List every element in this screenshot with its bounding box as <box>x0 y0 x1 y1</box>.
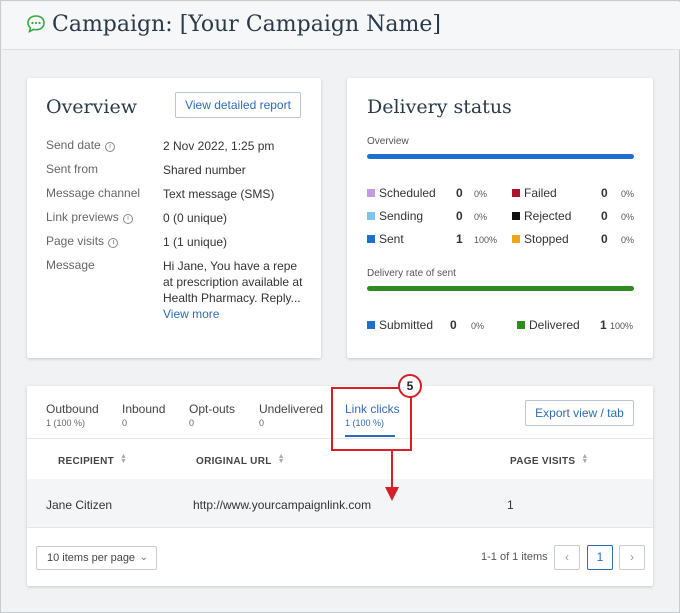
tab-inbound[interactable]: Inbound 0 <box>122 402 165 428</box>
column-header-page-visits[interactable]: PAGE VISITS ▲ ▼ <box>510 453 589 467</box>
info-icon[interactable]: i <box>123 214 134 224</box>
overview-card: Overview View detailed report Send date … <box>27 78 321 358</box>
submitted-percent: 0% <box>471 321 485 331</box>
delivery-status-card: Delivery status Overview Delivery rate o… <box>347 78 653 358</box>
scheduled-count: 0 <box>456 186 463 200</box>
delivered-legend-swatch <box>517 321 525 329</box>
failed-legend-swatch <box>512 189 520 197</box>
overview-title: Overview <box>46 96 137 118</box>
sending-percent: 0% <box>474 212 488 222</box>
sent-from-label: Sent from <box>46 162 99 176</box>
message-channel-label: Message channel <box>46 186 141 200</box>
info-icon[interactable]: i <box>108 238 119 248</box>
tab-opt-outs[interactable]: Opt-outs 0 <box>189 402 235 428</box>
page-visits-value: 1 (1 unique) <box>163 235 228 249</box>
rejected-label: Rejected <box>524 209 572 223</box>
sent-count: 1 <box>456 232 463 246</box>
stopped-percent: 0% <box>621 235 635 245</box>
recipient-cell: Jane Citizen <box>46 498 113 512</box>
sent-legend-swatch <box>367 235 375 243</box>
submitted-legend-swatch <box>367 321 375 329</box>
scheduled-label: Scheduled <box>379 186 436 200</box>
rejected-count: 0 <box>601 209 608 223</box>
scheduled-percent: 0% <box>474 189 488 199</box>
delivery-rate-label: Delivery rate of sent <box>367 268 456 279</box>
pagination-range: 1-1 of 1 items <box>481 551 548 563</box>
failed-percent: 0% <box>621 189 635 199</box>
stopped-label: Stopped <box>524 232 569 246</box>
column-header-original-url[interactable]: ORIGINAL URL ▲ ▼ <box>196 453 285 467</box>
sending-label: Sending <box>379 209 424 223</box>
message-preview: Hi Jane, You have a repeat prescription … <box>163 259 303 305</box>
chevron-down-icon: ⌄ <box>139 552 148 563</box>
message-channel-value: Text message (SMS) <box>163 187 275 201</box>
table-bottom-divider <box>27 527 653 528</box>
page-visits-label: Page visits <box>46 234 105 248</box>
message-label: Message <box>46 258 95 272</box>
callout-highlight-box <box>331 387 412 451</box>
link-previews-label: Link previews <box>46 210 119 224</box>
callout-arrow-icon <box>385 451 399 501</box>
sort-icon[interactable]: ▲ ▼ <box>278 453 285 465</box>
delivered-percent: 100% <box>610 321 634 331</box>
sending-count: 0 <box>456 209 463 223</box>
view-more-link[interactable]: View more <box>163 307 219 321</box>
submitted-count: 0 <box>450 318 457 332</box>
page-header: Campaign: [Your Campaign Name] <box>2 2 680 50</box>
page-title: Campaign: [Your Campaign Name] <box>52 12 441 37</box>
delivery-rate-bar <box>367 286 634 291</box>
column-header-recipient[interactable]: RECIPIENT ▲ ▼ <box>58 453 127 467</box>
sort-icon[interactable]: ▲ ▼ <box>581 453 588 465</box>
items-per-page-select[interactable]: 10 items per page ⌄ <box>36 546 157 570</box>
prev-page-button[interactable]: ‹ <box>554 545 580 570</box>
failed-count: 0 <box>601 186 608 200</box>
rejected-legend-swatch <box>512 212 520 220</box>
chat-bubble-icon <box>27 15 45 34</box>
delivery-overview-label: Overview <box>367 136 409 147</box>
page-1-button[interactable]: 1 <box>587 545 613 570</box>
export-view-tab-button[interactable]: Export view / tab <box>525 400 634 426</box>
stopped-count: 0 <box>601 232 608 246</box>
sent-label: Sent <box>379 232 404 246</box>
info-icon[interactable]: i <box>105 142 116 152</box>
chevron-left-icon: ‹ <box>565 550 569 564</box>
stopped-legend-swatch <box>512 235 520 243</box>
delivery-overview-bar <box>367 154 634 159</box>
sort-icon[interactable]: ▲ ▼ <box>120 453 127 465</box>
send-date-value: 2 Nov 2022, 1:25 pm <box>163 139 275 153</box>
delivered-label: Delivered <box>529 318 580 332</box>
sending-legend-swatch <box>367 212 375 220</box>
scheduled-legend-swatch <box>367 189 375 197</box>
sent-percent: 100% <box>474 235 498 245</box>
tab-undelivered[interactable]: Undelivered 0 <box>259 402 323 428</box>
delivered-count: 1 <box>600 318 607 332</box>
tab-outbound[interactable]: Outbound 1 (100 %) <box>46 402 99 428</box>
link-previews-value: 0 (0 unique) <box>163 211 228 225</box>
delivery-status-title: Delivery status <box>367 96 512 118</box>
sent-from-value: Shared number <box>163 163 246 177</box>
submitted-label: Submitted <box>379 318 434 332</box>
chevron-right-icon: › <box>630 550 634 564</box>
original-url-cell[interactable]: http://www.yourcampaignlink.com <box>193 498 371 512</box>
page-visits-cell: 1 <box>507 498 514 512</box>
failed-label: Failed <box>524 186 557 200</box>
rejected-percent: 0% <box>621 212 635 222</box>
callout-step-badge: 5 <box>398 374 422 398</box>
next-page-button[interactable]: › <box>619 545 645 570</box>
view-detailed-report-button[interactable]: View detailed report <box>175 92 301 118</box>
app-frame: Campaign: [Your Campaign Name] Overview … <box>0 0 680 613</box>
send-date-label: Send date <box>46 138 101 152</box>
